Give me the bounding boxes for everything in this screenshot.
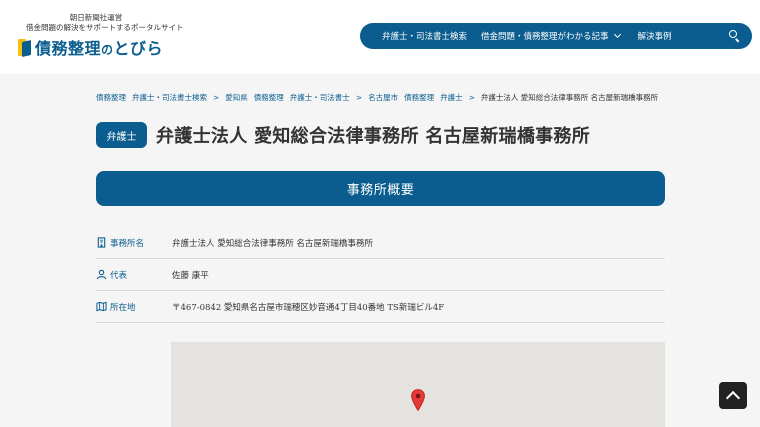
site-header: 朝日新聞社運営 借金問題の解決をサポートするポータルサイト 債務整理のとびら 弁…: [0, 0, 760, 74]
breadcrumb-item[interactable]: 弁護士・司法書士: [290, 93, 350, 102]
info-label: 所在地: [96, 301, 172, 313]
breadcrumb-item[interactable]: 債務整理: [96, 93, 126, 102]
map-pin-icon[interactable]: [411, 389, 425, 411]
office-title-row: 弁護士 弁護士法人 愛知総合法律事務所 名古屋新瑞橋事務所: [96, 122, 590, 148]
search-icon[interactable]: [728, 29, 742, 43]
breadcrumb-item[interactable]: 債務整理: [404, 93, 434, 102]
address-value: 〒467-0842 愛知県名古屋市瑞穂区妙音通4丁目40番地 TS新瑞ビル4F: [172, 302, 445, 313]
section-heading-overview: 事務所概要: [96, 171, 665, 206]
info-label-text: 事務所名: [110, 238, 145, 249]
breadcrumb-separator-icon: >: [213, 93, 220, 102]
back-to-top-button[interactable]: [719, 382, 747, 409]
info-row-representative: 代表 佐藤 康平: [96, 259, 665, 291]
logo-text-tail: とびら: [113, 39, 164, 58]
logo-tagline: 朝日新聞社運営 借金問題の解決をサポートするポータルサイト: [26, 13, 184, 32]
info-label: 事務所名: [96, 237, 172, 249]
breadcrumb-item[interactable]: 弁護士・司法書士検索: [132, 93, 207, 102]
nav-case-studies[interactable]: 解決事例: [638, 30, 672, 42]
breadcrumb-item[interactable]: 弁護士: [440, 93, 463, 102]
office-map[interactable]: [171, 342, 665, 427]
representative-value: 佐藤 康平: [172, 270, 209, 281]
breadcrumb-current: 弁護士法人 愛知総合法律事務所 名古屋新瑞橋事務所: [480, 93, 659, 102]
logo-text-main: 債務整理: [35, 39, 102, 58]
office-name-value: 弁護士法人 愛知総合法律事務所 名古屋新瑞橋事務所: [172, 238, 373, 249]
profession-badge: 弁護士: [96, 122, 147, 148]
info-label: 代表: [96, 269, 172, 281]
breadcrumb-item[interactable]: 愛知県: [225, 93, 248, 102]
nav-articles[interactable]: 借金問題・債務整理がわかる記事: [481, 30, 621, 42]
nav-case-studies-label: 解決事例: [637, 32, 672, 42]
logo-door-icon: [18, 38, 32, 57]
nav-articles-label: 借金問題・債務整理がわかる記事: [481, 32, 609, 42]
person-icon: [96, 269, 107, 280]
logo-text-particle: の: [101, 43, 114, 57]
breadcrumb: 債務整理 弁護士・司法書士検索 > 愛知県 債務整理 弁護士・司法書士 > 名古屋市 債務整理弁…: [96, 92, 666, 103]
info-label-text: 所在地: [110, 302, 136, 313]
breadcrumb-separator-icon: >: [468, 93, 475, 102]
info-row-office-name: 事務所名 弁護士法人 愛知総合法律事務所 名古屋新瑞橋事務所: [96, 227, 665, 259]
breadcrumb-separator-icon: >: [355, 93, 363, 102]
tagline: 借金問題の解決をサポートするポータルサイト: [26, 22, 184, 32]
logo-text: 債務整理のとびら: [35, 35, 163, 59]
breadcrumb-item[interactable]: 名古屋市: [368, 93, 398, 102]
operator-line: 朝日新聞社運営: [69, 13, 123, 22]
main-nav: 弁護士・司法書士検索 借金問題・債務整理がわかる記事 解決事例: [360, 23, 752, 49]
chevron-down-icon: [613, 30, 621, 39]
arrow-up-icon: [725, 390, 741, 406]
info-row-address: 所在地 〒467-0842 愛知県名古屋市瑞穂区妙音通4丁目40番地 TS新瑞ビ…: [96, 291, 665, 323]
building-icon: [97, 237, 106, 248]
site-logo[interactable]: 債務整理のとびら: [18, 35, 163, 59]
map-icon: [96, 301, 107, 312]
page-title: 弁護士法人 愛知総合法律事務所 名古屋新瑞橋事務所: [156, 126, 591, 147]
breadcrumb-item[interactable]: 債務整理: [254, 93, 284, 102]
nav-lawyer-search[interactable]: 弁護士・司法書士検索: [382, 30, 467, 42]
info-label-text: 代表: [110, 270, 128, 281]
nav-lawyer-search-label: 弁護士・司法書士検索: [382, 32, 468, 42]
